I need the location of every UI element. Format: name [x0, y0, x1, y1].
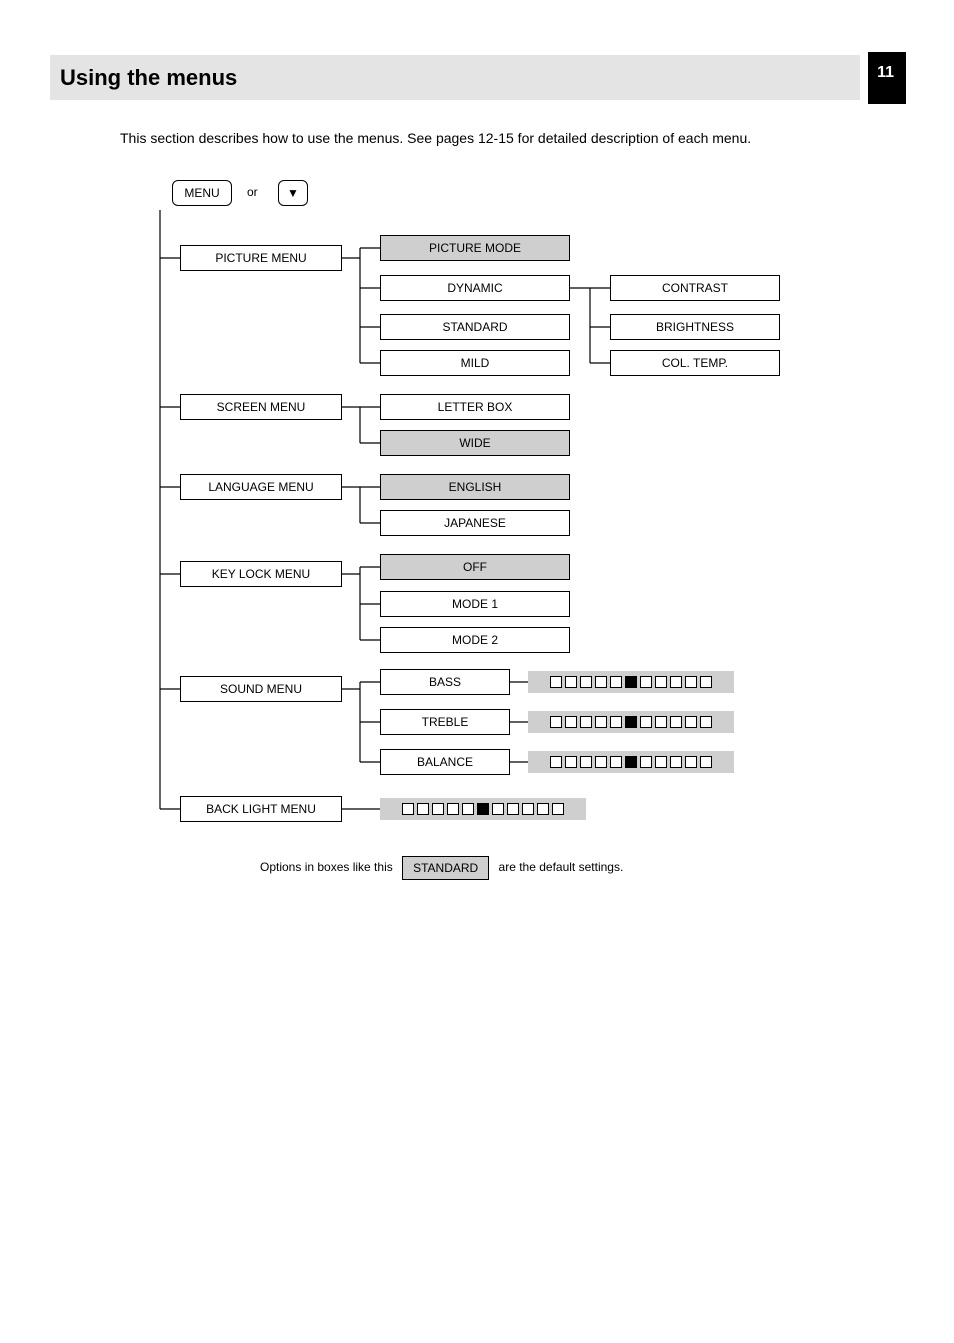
balance-slider[interactable] — [528, 751, 734, 773]
wide-option[interactable]: WIDE — [380, 430, 570, 456]
keylock-mode2-option[interactable]: MODE 2 — [380, 627, 570, 653]
treble-option[interactable]: TREBLE — [380, 709, 510, 735]
footnote-box: STANDARD — [402, 856, 489, 880]
dynamic-option[interactable]: DYNAMIC — [380, 275, 570, 301]
menu-tree: MENU ▼ or PICTURE MENU PICTURE MODE DYNA… — [150, 180, 850, 850]
intro-text: This section describes how to use the me… — [120, 130, 751, 146]
treble-slider[interactable] — [528, 711, 734, 733]
page-number: 11 — [877, 64, 894, 82]
letterbox-option[interactable]: LETTER BOX — [380, 394, 570, 420]
backlight-menu[interactable]: BACK LIGHT MENU — [180, 796, 342, 822]
footnote-post: are the default settings. — [499, 860, 624, 874]
menu-button[interactable]: MENU — [172, 180, 232, 206]
keylock-mode1-option[interactable]: MODE 1 — [380, 591, 570, 617]
standard-option[interactable]: STANDARD — [380, 314, 570, 340]
coltemp-option[interactable]: COL. TEMP. — [610, 350, 780, 376]
mild-option[interactable]: MILD — [380, 350, 570, 376]
picture-mode-option[interactable]: PICTURE MODE — [380, 235, 570, 261]
picture-menu[interactable]: PICTURE MENU — [180, 245, 342, 271]
contrast-option[interactable]: CONTRAST — [610, 275, 780, 301]
japanese-option[interactable]: JAPANESE — [380, 510, 570, 536]
balance-option[interactable]: BALANCE — [380, 749, 510, 775]
bass-slider[interactable] — [528, 671, 734, 693]
arrow-down-button[interactable]: ▼ — [278, 180, 308, 206]
sound-menu[interactable]: SOUND MENU — [180, 676, 342, 702]
footnote: Options in boxes like this STANDARD are … — [260, 856, 623, 880]
screen-menu[interactable]: SCREEN MENU — [180, 394, 342, 420]
keylock-menu[interactable]: KEY LOCK MENU — [180, 561, 342, 587]
or-label: or — [247, 185, 258, 199]
bass-option[interactable]: BASS — [380, 669, 510, 695]
backlight-slider[interactable] — [380, 798, 586, 820]
page-title: Using the menus — [60, 65, 237, 91]
footnote-pre: Options in boxes like this — [260, 860, 393, 874]
english-option[interactable]: ENGLISH — [380, 474, 570, 500]
language-menu[interactable]: LANGUAGE MENU — [180, 474, 342, 500]
keylock-off-option[interactable]: OFF — [380, 554, 570, 580]
brightness-option[interactable]: BRIGHTNESS — [610, 314, 780, 340]
